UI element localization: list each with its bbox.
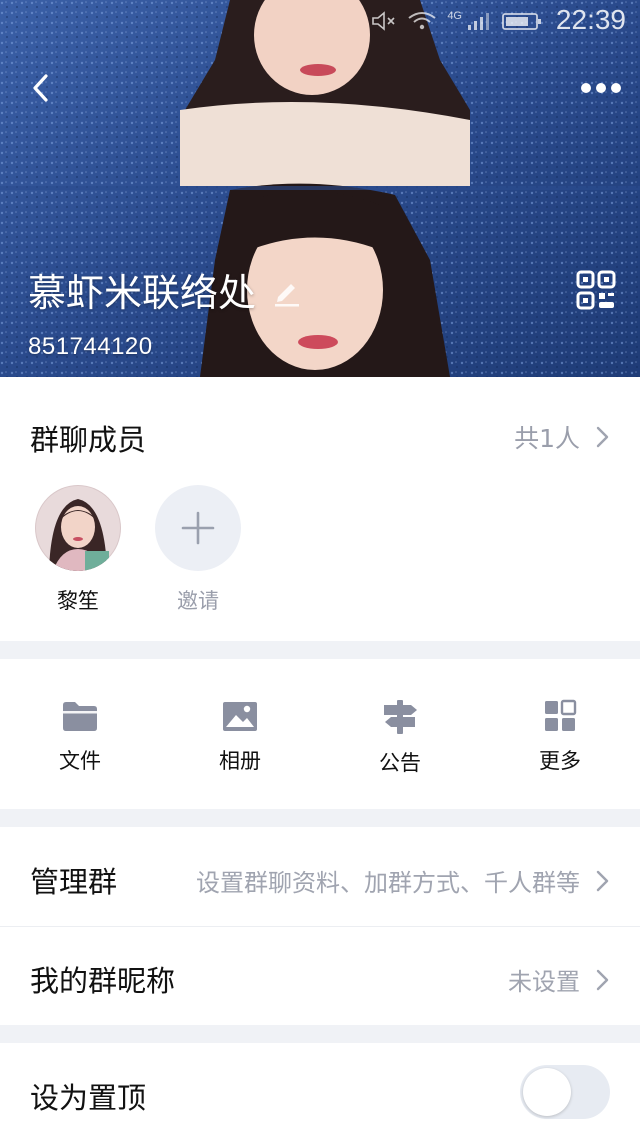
members-section: 群聊成员 共1人 黎笙 邀请: [0, 377, 640, 641]
toggle-knob: [523, 1068, 571, 1116]
status-time: 22:39: [555, 4, 626, 35]
pin-section: 设为置顶: [0, 1043, 640, 1138]
back-arrow-icon[interactable]: [22, 66, 62, 110]
group-name-row: 慕虾米联络处: [28, 262, 302, 317]
my-nickname-row[interactable]: 我的群昵称 未设置: [0, 926, 640, 1025]
settings-section: 管理群 设置群聊资料、加群方式、千人群等 我的群昵称 未设置: [0, 827, 640, 1025]
grid-icon: [545, 699, 577, 731]
pin-toggle[interactable]: [520, 1065, 610, 1119]
signpost-icon: [384, 700, 417, 734]
manage-group-value-wrap: 设置群聊资料、加群方式、千人群等: [196, 863, 610, 898]
group-header: 4G 22:39 慕虾米联络处 851744120: [0, 0, 640, 377]
members-count-link[interactable]: 共1人: [514, 419, 610, 455]
tool-label: 文件: [59, 749, 101, 773]
manage-group-title: 管理群: [30, 865, 118, 899]
wifi-icon: [408, 12, 436, 30]
tool-label: 公告: [379, 751, 421, 775]
more-options-icon[interactable]: [576, 68, 626, 108]
network-type-label: 4G: [447, 10, 462, 22]
qr-code-icon[interactable]: [576, 270, 616, 310]
members-title: 群聊成员: [30, 423, 147, 457]
tool-announcement[interactable]: 公告: [340, 699, 460, 777]
battery-icon: [502, 13, 541, 30]
tool-label: 相册: [219, 749, 261, 773]
manage-group-value: 设置群聊资料、加群方式、千人群等: [196, 869, 580, 897]
tool-files[interactable]: 文件: [20, 699, 140, 775]
plus-icon: [181, 511, 215, 545]
signal-icon: [468, 13, 489, 30]
header-background-image: [0, 0, 640, 377]
tool-label: 更多: [539, 749, 581, 773]
tool-album[interactable]: 相册: [180, 699, 300, 775]
invite-label: 邀请: [177, 589, 219, 613]
folder-icon: [63, 702, 97, 731]
status-icons: 4G: [371, 10, 542, 32]
tools-section: 文件 相册 公告 更多: [0, 659, 640, 809]
avatar: [35, 485, 121, 571]
tool-more[interactable]: 更多: [500, 699, 620, 775]
member-item[interactable]: 黎笙: [23, 485, 133, 615]
chevron-right-icon: [596, 426, 609, 448]
group-id: 851744120: [28, 333, 153, 360]
pin-title: 设为置顶: [30, 1081, 147, 1115]
member-avatar-image: [35, 485, 121, 571]
my-nickname-title: 我的群昵称: [30, 964, 176, 998]
group-name: 慕虾米联络处: [28, 271, 257, 315]
invite-circle: [155, 485, 241, 571]
status-bar: 4G 22:39: [0, 0, 640, 44]
chevron-right-icon: [596, 870, 609, 891]
edit-pencil-icon[interactable]: [272, 277, 302, 307]
my-nickname-value: 未设置: [508, 968, 580, 996]
manage-group-row[interactable]: 管理群 设置群聊资料、加群方式、千人群等: [0, 827, 640, 927]
member-name: 黎笙: [57, 589, 99, 613]
invite-member-button[interactable]: 邀请: [143, 485, 253, 615]
mute-icon: [372, 11, 395, 31]
photo-icon: [223, 702, 257, 731]
members-count: 共1人: [514, 424, 580, 453]
chevron-right-icon: [596, 969, 609, 990]
my-nickname-value-wrap: 未设置: [508, 962, 610, 997]
